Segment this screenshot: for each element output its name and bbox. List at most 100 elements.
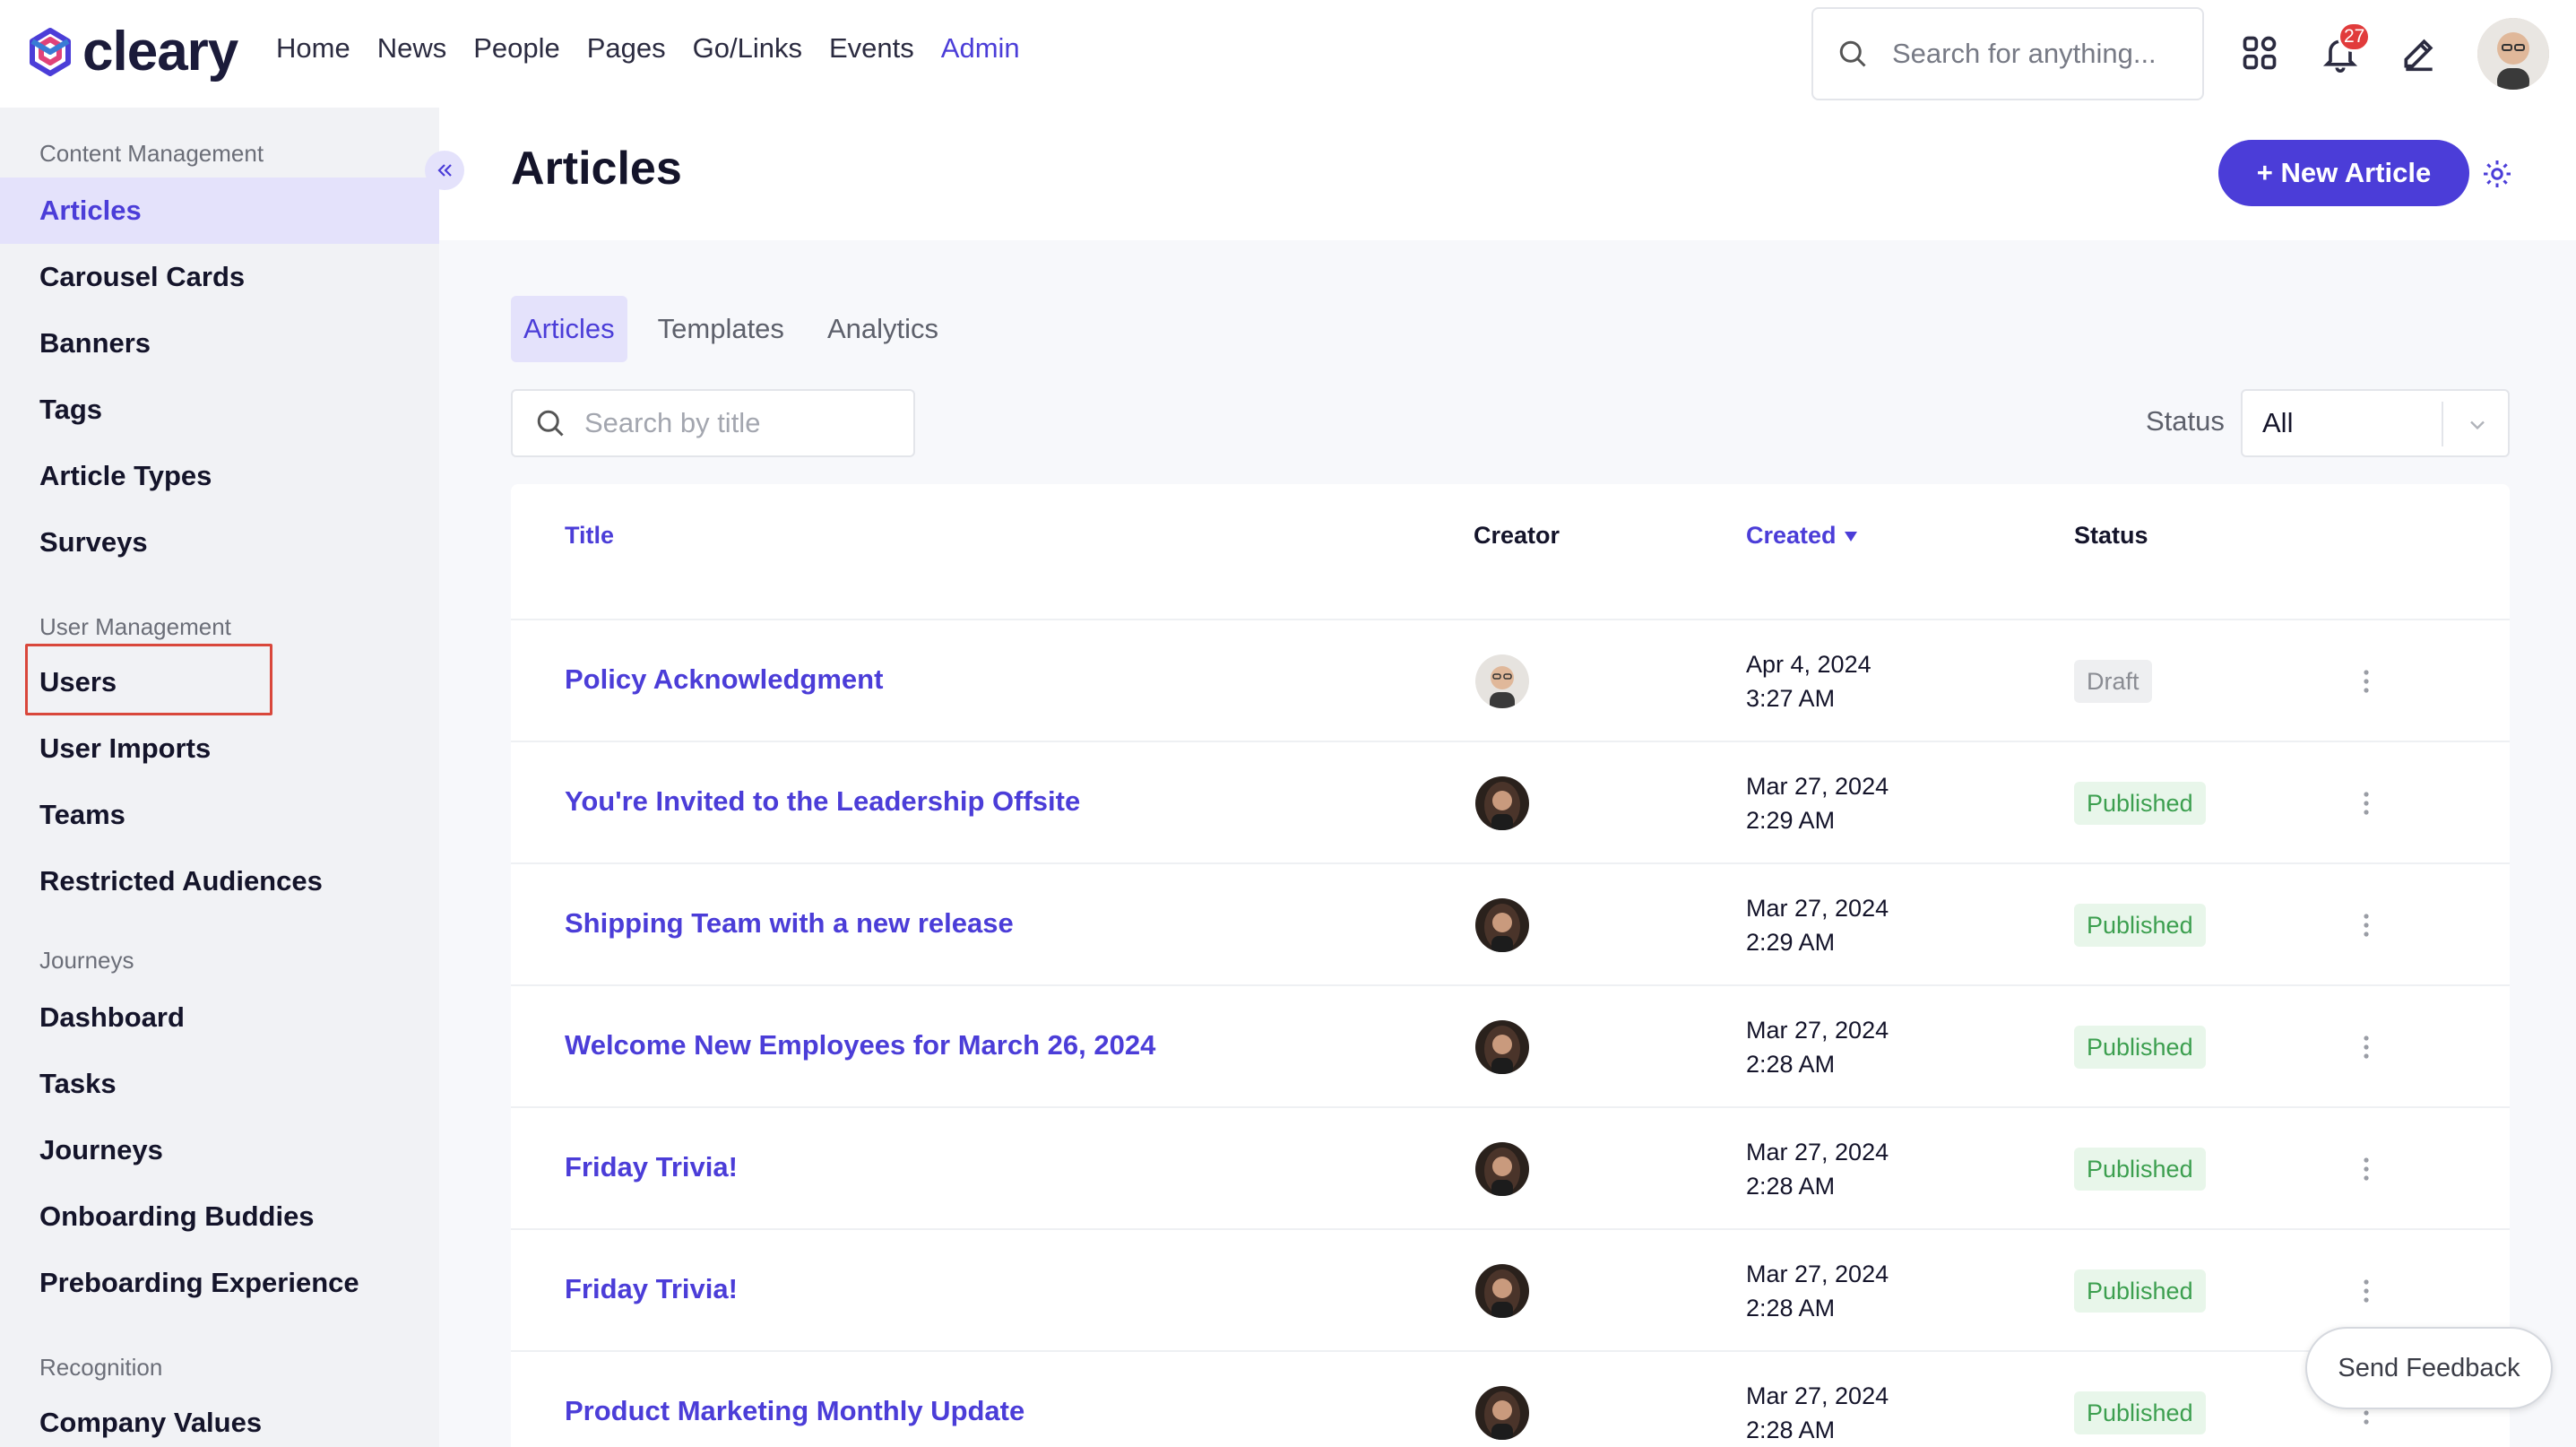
more-options-icon[interactable] [2357,787,2375,819]
sidebar-item-journeys[interactable]: Journeys [0,1117,439,1183]
status-badge: Published [2074,1026,2206,1069]
column-header-created[interactable]: Created [1746,522,1860,550]
article-title-link[interactable]: Welcome New Employees for March 26, 2024 [565,1029,1155,1061]
table-row[interactable]: Welcome New Employees for March 26, 2024… [511,984,2510,1106]
created-header-label: Created [1746,522,1837,549]
created-time: 2:28 AM [1746,1417,1836,1443]
sidebar-item-tags[interactable]: Tags [0,377,439,443]
status-badge: Published [2074,1148,2206,1191]
more-options-icon[interactable] [2357,1153,2375,1185]
created-time: 2:29 AM [1746,929,1836,956]
created-date: Mar 27, 2024 [1746,895,1889,922]
status-badge: Published [2074,1269,2206,1313]
creator-avatar[interactable] [1475,1020,1529,1074]
article-title-link[interactable]: Policy Acknowledgment [565,663,883,696]
article-title-link[interactable]: You're Invited to the Leadership Offsite [565,785,1080,818]
new-article-button[interactable]: + New Article [2218,140,2469,206]
table-row[interactable]: Product Marketing Monthly Update Mar 27, … [511,1350,2510,1447]
chevron-down-icon [2470,420,2485,430]
creator-avatar[interactable] [1475,654,1529,708]
search-icon [537,410,564,437]
page-title: Articles [511,143,682,195]
table-row[interactable]: Friday Trivia! Mar 27, 2024 2:28 AM Publish… [511,1106,2510,1228]
sidebar-item-articles[interactable]: Articles [0,178,439,244]
notification-badge: 27 [2338,22,2372,52]
more-options-icon[interactable] [2357,909,2375,941]
collapse-sidebar-button[interactable] [425,151,464,190]
nav-news[interactable]: News [377,32,447,65]
created-time: 2:28 AM [1746,1051,1836,1078]
top-navbar: cleary Home News People Pages Go/Links E… [0,0,2576,108]
created-date: Mar 27, 2024 [1746,773,1889,800]
column-header-title[interactable]: Title [565,522,614,550]
article-title-link[interactable]: Product Marketing Monthly Update [565,1395,1024,1427]
table-row[interactable]: Policy Acknowledgment Apr 4, 2024 3:27 AM D… [511,619,2510,741]
articles-table: Title Creator Created Status Policy Ackn… [511,484,2510,1447]
sidebar-item-onboarding-buddies[interactable]: Onboarding Buddies [0,1183,439,1250]
created-datetime: Mar 27, 2024 2:28 AM [1746,1379,1889,1447]
creator-avatar[interactable] [1475,1142,1529,1196]
sidebar-item-banners[interactable]: Banners [0,310,439,377]
sidebar-item-preboarding-experience[interactable]: Preboarding Experience [0,1250,439,1316]
created-date: Mar 27, 2024 [1746,1139,1889,1165]
status-badge: Published [2074,782,2206,825]
sidebar-item-company-values[interactable]: Company Values [0,1390,439,1447]
sidebar-item-user-imports[interactable]: User Imports [0,715,439,782]
created-time: 2:29 AM [1746,807,1836,834]
article-title-link[interactable]: Friday Trivia! [565,1151,738,1183]
apps-grid-icon[interactable] [2237,30,2282,75]
more-options-icon[interactable] [2357,665,2375,698]
status-filter-select[interactable]: All [2241,389,2510,457]
gear-icon[interactable] [2481,158,2513,190]
double-chevron-left-icon [437,164,452,177]
table-row[interactable]: Shipping Team with a new release Mar 27, … [511,862,2510,984]
title-search-input[interactable]: Search by title [511,389,915,457]
section-content-management: Content Management [39,140,264,167]
sidebar-item-tasks[interactable]: Tasks [0,1051,439,1117]
more-options-icon[interactable] [2357,1031,2375,1063]
creator-avatar[interactable] [1475,1386,1529,1440]
created-datetime: Mar 27, 2024 2:28 AM [1746,1135,1889,1203]
sidebar-item-carousel-cards[interactable]: Carousel Cards [0,244,439,310]
article-title-link[interactable]: Shipping Team with a new release [565,907,1014,940]
sidebar-item-dashboard[interactable]: Dashboard [0,984,439,1051]
status-badge: Draft [2074,660,2152,703]
title-search-placeholder: Search by title [584,407,761,438]
global-search-input[interactable]: Search for anything... [1811,7,2204,100]
tab-templates[interactable]: Templates [645,296,797,362]
more-options-icon[interactable] [2357,1275,2375,1307]
select-divider [2442,402,2443,446]
sidebar-item-article-types[interactable]: Article Types [0,443,439,509]
creator-avatar[interactable] [1475,776,1529,830]
nav-events[interactable]: Events [829,32,914,65]
created-time: 3:27 AM [1746,685,1836,712]
created-date: Mar 27, 2024 [1746,1017,1889,1044]
nav-golinks[interactable]: Go/Links [693,32,802,65]
pencil-icon[interactable] [2397,30,2442,75]
table-row[interactable]: Friday Trivia! Mar 27, 2024 2:28 AM Publish… [511,1228,2510,1350]
nav-home[interactable]: Home [276,32,350,65]
created-datetime: Apr 4, 2024 3:27 AM [1746,647,1871,715]
column-header-creator: Creator [1474,522,1560,549]
table-row[interactable]: You're Invited to the Leadership Offsite… [511,741,2510,862]
tab-analytics[interactable]: Analytics [815,296,951,362]
section-journeys: Journeys [39,947,134,974]
cleary-logo-icon [30,28,71,76]
nav-people[interactable]: People [473,32,560,65]
nav-pages[interactable]: Pages [587,32,666,65]
article-title-link[interactable]: Friday Trivia! [565,1273,738,1305]
creator-avatar[interactable] [1475,898,1529,952]
main-nav: Home News People Pages Go/Links Events A… [276,32,1020,65]
tab-articles[interactable]: Articles [511,296,627,362]
cleary-logo[interactable]: cleary [25,23,238,81]
sidebar-item-restricted-audiences[interactable]: Restricted Audiences [0,848,439,914]
user-avatar[interactable] [2477,18,2549,90]
send-feedback-button[interactable]: Send Feedback [2305,1327,2553,1409]
sidebar-item-surveys[interactable]: Surveys [0,509,439,576]
creator-avatar[interactable] [1475,1264,1529,1318]
nav-admin[interactable]: Admin [941,32,1020,65]
article-tabs: Articles Templates Analytics [511,296,969,362]
sidebar-item-teams[interactable]: Teams [0,782,439,848]
status-filter-value: All [2262,407,2294,438]
brand-name: cleary [82,21,238,82]
